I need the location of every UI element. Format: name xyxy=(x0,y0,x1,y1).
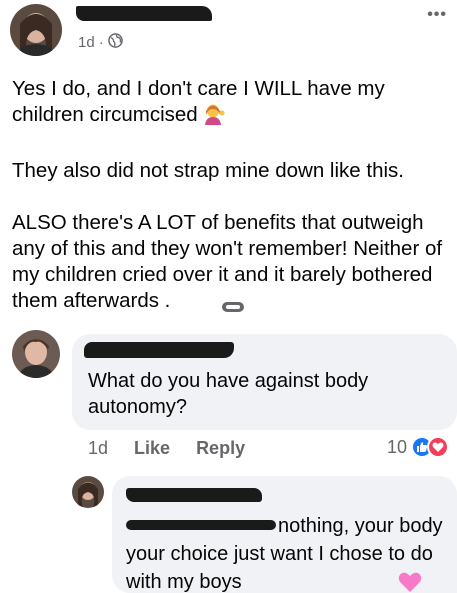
pink-heart-icon xyxy=(246,571,421,593)
reply-button[interactable]: Reply xyxy=(196,438,245,459)
redacted-replier-name[interactable] xyxy=(126,488,262,502)
love-reaction-icon xyxy=(427,436,449,458)
see-more-dots-icon[interactable] xyxy=(222,302,244,312)
post-time[interactable]: 1d xyxy=(78,34,95,51)
redacted-author-name[interactable] xyxy=(76,6,212,21)
more-options-icon[interactable]: ••• xyxy=(427,6,447,24)
post-meta: 1d · xyxy=(78,33,123,52)
post-author-avatar[interactable] xyxy=(10,4,62,56)
comment-time[interactable]: 1d xyxy=(88,438,108,459)
redacted-commenter-name[interactable] xyxy=(84,342,234,358)
meta-separator: · xyxy=(98,34,104,51)
post-paragraph-2: They also did not strap mine down like t… xyxy=(12,159,404,182)
replier-avatar[interactable] xyxy=(72,476,104,508)
comment-text: What do you have against body autonomy? xyxy=(88,370,369,418)
person-tipping-hand-icon xyxy=(202,103,226,125)
reply-text: nothing, your body your choice just want… xyxy=(126,515,443,593)
reaction-count: 10 xyxy=(386,436,407,457)
reaction-summary[interactable]: 10 xyxy=(387,436,449,458)
comment-actions: 1d Like Reply xyxy=(88,438,245,459)
post-paragraph-1: Yes I do, and I don't care I WILL have m… xyxy=(12,77,385,126)
commenter-avatar[interactable] xyxy=(12,330,60,378)
post-paragraph-3: ALSO there's A LOT of benefits that outw… xyxy=(12,211,443,312)
like-button[interactable]: Like xyxy=(134,438,170,459)
globe-icon xyxy=(107,33,123,52)
